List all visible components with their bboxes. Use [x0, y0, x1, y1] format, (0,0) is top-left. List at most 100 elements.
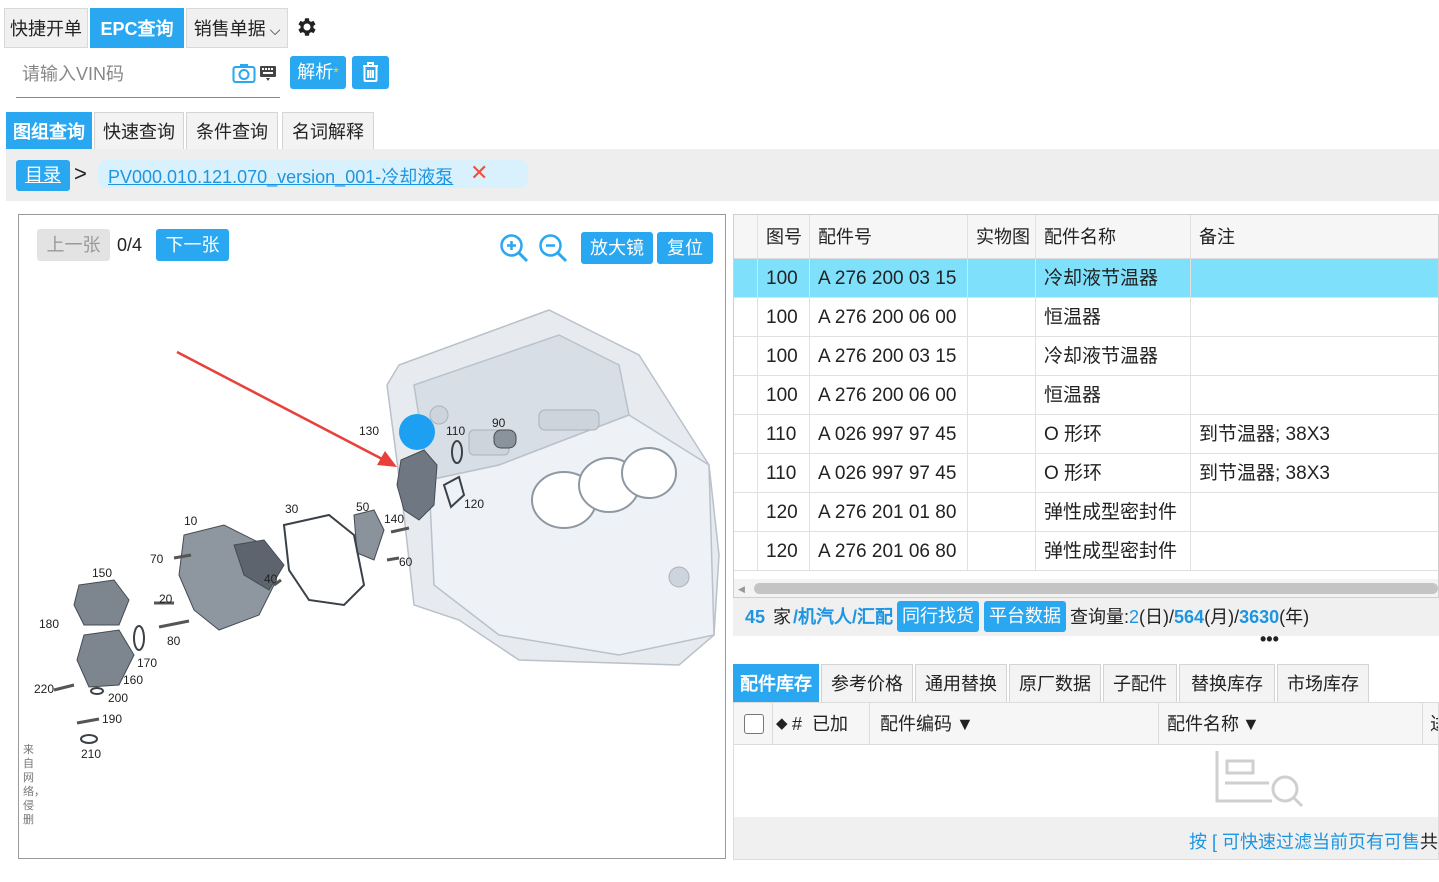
gear-icon[interactable] — [295, 15, 319, 39]
callout-110: 110 — [446, 424, 465, 438]
table-row[interactable]: 100 A 276 200 06 00 恒温器 — [734, 298, 1438, 337]
total-label: 共 — [1420, 832, 1438, 852]
tab-sales-docs[interactable]: 销售单据 ⌵ — [186, 8, 288, 48]
tab-epc-query[interactable]: EPC查询 — [90, 8, 184, 48]
tab-quick-order[interactable]: 快捷开单 — [4, 8, 88, 48]
callout-150: 150 — [92, 566, 112, 580]
cell-name: 弹性成型密封件 — [1036, 532, 1191, 571]
row-marker — [734, 454, 758, 493]
trash-icon — [363, 62, 378, 82]
cell-fig: 100 — [758, 337, 810, 376]
table-row[interactable]: 100 A 276 200 06 00 恒温器 — [734, 376, 1438, 415]
cell-note — [1191, 337, 1438, 376]
tab-condition-query[interactable]: 条件查询 — [186, 112, 278, 150]
cell-photo — [968, 337, 1036, 376]
header-part-no: 配件号 — [810, 215, 968, 259]
chevron-right-icon: > — [74, 161, 87, 186]
watermark-text: 来自网络，侵删 — [23, 744, 45, 826]
cell-name: 弹性成型密封件 — [1036, 493, 1191, 532]
table-row[interactable]: 100 A 276 200 03 15 冷却液节温器 — [734, 337, 1438, 376]
callout-220: 220 — [34, 682, 54, 696]
filter-hint[interactable]: 按 [ 可快速过滤当前页有可售 — [1189, 828, 1420, 854]
camera-icon[interactable] — [232, 62, 256, 84]
cell-note: 到节温器; 38X3 — [1199, 424, 1330, 445]
tab-group-query[interactable]: 图组查询 — [6, 112, 92, 150]
tab-fast-query[interactable]: 快速查询 — [94, 112, 184, 150]
tab-glossary[interactable]: 名词解释 — [282, 112, 374, 150]
tab-sub-parts[interactable]: 子配件 — [1103, 664, 1177, 702]
scrollbar-thumb[interactable] — [754, 583, 1438, 594]
header-name: 配件名称 — [1036, 215, 1191, 259]
callout-120: 120 — [464, 497, 484, 511]
stock-table: ◆ # 已加 配件编码 ▼ 配件名称 ▼ 进 按 [ 可快速过滤当前页有可售 共 — [733, 702, 1439, 860]
tab-ref-price[interactable]: 参考价格 — [821, 664, 913, 702]
table-row[interactable]: 120 A 276 201 06 80 弹性成型密封件 — [734, 532, 1438, 571]
close-icon[interactable]: ✕ — [470, 160, 488, 186]
cell-fig: 110 — [758, 415, 810, 454]
keyboard-icon[interactable] — [259, 64, 277, 82]
breadcrumb-root[interactable]: 目录 — [16, 160, 70, 191]
query-label: 查询量: — [1070, 607, 1130, 627]
parse-button[interactable]: 解析* — [290, 56, 346, 89]
tab-oem-data[interactable]: 原厂数据 — [1009, 664, 1101, 702]
supplier-count: 45 — [745, 607, 766, 627]
select-all-checkbox[interactable] — [744, 714, 764, 734]
horizontal-scrollbar[interactable]: ◀ — [734, 579, 1438, 597]
query-day-unit: (日)/ — [1139, 607, 1175, 627]
scroll-left-icon[interactable]: ◀ — [738, 584, 745, 595]
platform-data-button[interactable]: 平台数据 — [984, 601, 1066, 632]
supplier-stats-bar: 45 家 /机汽人/汇配 同行找货 平台数据 查询量:2(日)/564(月)/3… — [733, 598, 1439, 636]
row-marker — [734, 376, 758, 415]
header-note: 备注 — [1199, 227, 1235, 247]
tab-replace-stock[interactable]: 替换库存 — [1179, 664, 1275, 702]
tab-market-stock[interactable]: 市场库存 — [1277, 664, 1369, 702]
annotation-arrow — [176, 350, 397, 467]
tab-part-stock[interactable]: 配件库存 — [733, 664, 819, 702]
peer-search-button[interactable]: 同行找货 — [897, 601, 979, 632]
cell-fig: 100 — [758, 376, 810, 415]
row-marker — [734, 493, 758, 532]
splitter-handle-icon[interactable]: ••• — [1260, 630, 1279, 648]
cell-photo — [968, 259, 1036, 298]
supplier-groups[interactable]: /机汽人/汇配 — [793, 598, 893, 636]
filter-icon[interactable]: ▼ — [1242, 703, 1260, 745]
hash-label: # — [792, 714, 803, 734]
table-row[interactable]: 100 A 276 200 03 15 冷却液节温器 — [734, 259, 1438, 298]
breadcrumb-current-chip[interactable]: PV000.010.121.070_version_001-冷却液泵 ✕ — [98, 160, 528, 188]
cell-name: 冷却液节温器 — [1036, 337, 1191, 376]
delete-button[interactable] — [352, 56, 389, 89]
parse-label: 解析 — [297, 62, 334, 82]
callout-10: 10 — [184, 514, 198, 528]
table-row[interactable]: 110 A 026 997 97 45 O 形环 到节温器; 38X3 — [734, 415, 1438, 454]
callout-80: 80 — [167, 634, 181, 648]
callout-40: 40 — [264, 572, 278, 586]
cell-part-no: A 276 201 01 80 — [810, 493, 968, 532]
callout-60: 60 — [399, 555, 413, 569]
cell-fig: 120 — [758, 532, 810, 571]
cell-note: 到节温器; 38X3 — [1199, 463, 1330, 484]
table-row[interactable]: 120 A 276 201 01 80 弹性成型密封件 — [734, 493, 1438, 532]
table-row[interactable]: 110 A 026 997 97 45 O 形环 到节温器; 38X3 — [734, 454, 1438, 493]
row-marker — [734, 259, 758, 298]
cell-part-no: A 276 200 06 00 — [810, 298, 968, 337]
query-year-unit: (年) — [1279, 607, 1310, 627]
cell-name: 恒温器 — [1036, 376, 1191, 415]
query-month: 564 — [1174, 607, 1205, 627]
breadcrumb-current[interactable]: PV000.010.121.070_version_001-冷却液泵 — [108, 163, 453, 189]
cell-photo — [968, 415, 1036, 454]
stock-table-header: ◆ # 已加 配件编码 ▼ 配件名称 ▼ 进 — [734, 703, 1438, 745]
parts-table: 图号 配件号 实物图 配件名称 备注 100 A 276 200 03 15 冷却液… — [733, 214, 1439, 598]
cell-part-no: A 276 200 06 00 — [810, 376, 968, 415]
cell-name: O 形环 — [1036, 415, 1191, 454]
callout-50: 50 — [356, 500, 370, 514]
eraser-icon[interactable]: ◆ — [776, 703, 788, 745]
filter-icon[interactable]: ▼ — [956, 703, 974, 745]
cell-note — [1191, 532, 1438, 571]
diagram-viewer[interactable]: 上一张 0/4 下一张 放大镜 复位 130 110 90 120 140 60… — [18, 214, 726, 859]
hotspot-marker[interactable] — [399, 414, 435, 450]
breadcrumb: 目录 > PV000.010.121.070_version_001-冷却液泵 … — [6, 149, 1439, 201]
chevron-down-icon: ⌵ — [269, 22, 281, 38]
cell-photo — [968, 298, 1036, 337]
tab-universal-replace[interactable]: 通用替换 — [915, 664, 1007, 702]
callout-210: 210 — [81, 747, 101, 761]
